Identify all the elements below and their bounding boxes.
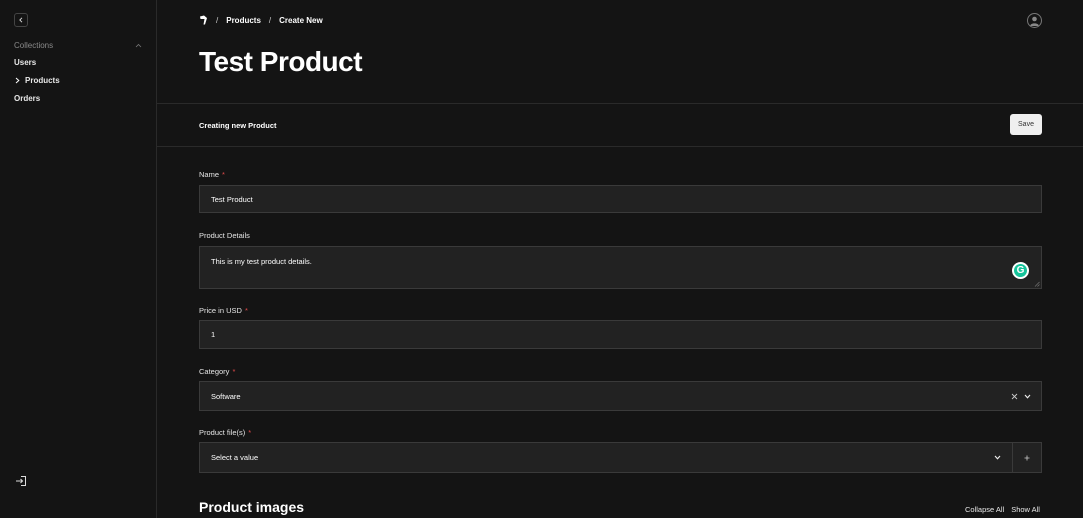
- chevron-down-icon[interactable]: [994, 455, 1001, 460]
- breadcrumb-separator: /: [268, 15, 272, 25]
- breadcrumb-create-new: Create New: [279, 15, 323, 25]
- logo-icon[interactable]: [199, 15, 208, 25]
- collections-toggle[interactable]: Collections: [14, 41, 142, 50]
- collections-label: Collections: [14, 41, 54, 50]
- chevron-left-icon: [19, 17, 23, 23]
- category-label-text: Category: [199, 367, 230, 376]
- required-marker: *: [232, 367, 236, 376]
- document-header-bar: Creating new Product Save: [157, 103, 1083, 147]
- details-textarea-value: This is my test product details.: [211, 257, 312, 266]
- main-content: / Products / Create New Test Product Cre…: [157, 0, 1083, 518]
- category-select-controls: [1011, 382, 1031, 410]
- required-marker: *: [248, 428, 252, 437]
- status-text: Creating new Product: [199, 121, 277, 130]
- logout-icon[interactable]: [15, 475, 27, 487]
- name-input-value: Test Product: [211, 194, 253, 204]
- sidebar-item-label: Orders: [14, 94, 41, 103]
- files-field-label: Product file(s) *: [199, 428, 251, 437]
- category-select-value: Software: [211, 391, 241, 401]
- plus-icon: [1024, 455, 1030, 460]
- user-avatar[interactable]: [1027, 13, 1042, 28]
- category-select[interactable]: Software: [199, 381, 1042, 411]
- category-field-label: Category *: [199, 367, 235, 376]
- grammarly-icon[interactable]: G: [1012, 262, 1029, 279]
- sidebar-item-products[interactable]: Products: [14, 76, 60, 85]
- required-marker: *: [222, 170, 225, 179]
- files-select-placeholder: Select a value: [211, 453, 259, 462]
- required-marker: *: [244, 306, 248, 315]
- resize-handle-icon[interactable]: [1034, 281, 1040, 287]
- collapse-all-button[interactable]: Collapse All: [965, 505, 1004, 514]
- product-images-actions: Collapse All Show All: [965, 505, 1040, 514]
- breadcrumb-separator: /: [216, 15, 219, 25]
- user-icon: [1030, 16, 1039, 26]
- save-button[interactable]: Save: [1010, 114, 1042, 135]
- clear-icon[interactable]: [1011, 393, 1018, 400]
- page-title: Test Product: [199, 46, 363, 77]
- files-label-text: Product file(s): [199, 428, 246, 437]
- name-field-label: Name *: [199, 170, 225, 179]
- sidebar: Collections Users Products Orders: [0, 0, 157, 518]
- price-input-value: 1: [211, 330, 216, 339]
- add-file-button[interactable]: [1012, 443, 1041, 472]
- name-label-text: Name: [199, 170, 220, 179]
- show-all-button[interactable]: Show All: [1011, 505, 1040, 514]
- product-images-title: Product images: [199, 499, 305, 515]
- sidebar-item-users[interactable]: Users: [14, 58, 36, 67]
- breadcrumb: / Products / Create New: [199, 15, 323, 25]
- chevron-right-icon: [15, 77, 20, 84]
- breadcrumb-products-link[interactable]: Products: [226, 16, 261, 25]
- chevron-up-icon: [135, 43, 142, 48]
- sidebar-item-label: Users: [14, 58, 37, 67]
- chevron-down-icon[interactable]: [1024, 394, 1031, 399]
- name-input[interactable]: Test Product: [199, 185, 1042, 213]
- files-select[interactable]: Select a value: [199, 442, 1042, 473]
- price-input[interactable]: 1: [199, 320, 1042, 349]
- sidebar-item-orders[interactable]: Orders: [14, 94, 40, 103]
- details-field-label: Product Details: [199, 231, 250, 240]
- details-textarea[interactable]: This is my test product details. G: [199, 246, 1042, 289]
- price-label-text: Price in USD: [199, 306, 242, 315]
- sidebar-item-label: Products: [25, 76, 60, 85]
- files-select-controls: [994, 443, 1001, 472]
- details-label-text: Product Details: [199, 231, 250, 240]
- collapse-sidebar-button[interactable]: [14, 13, 28, 27]
- price-field-label: Price in USD *: [199, 306, 248, 315]
